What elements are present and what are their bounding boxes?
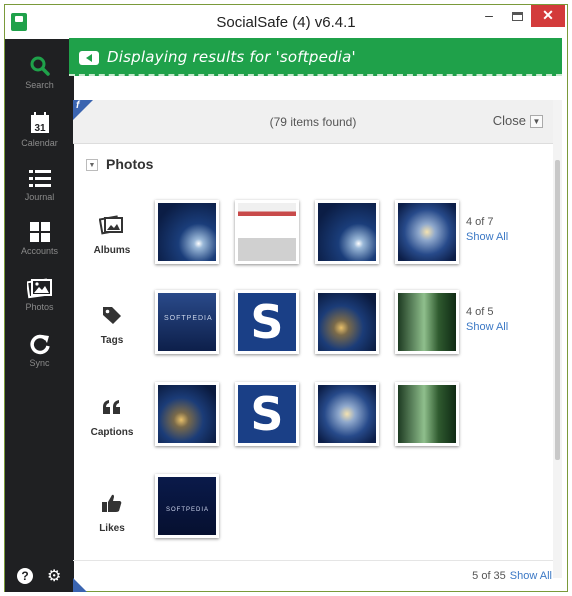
help-icon[interactable]: ? <box>17 568 33 584</box>
sidebar-item-sync[interactable]: Sync <box>5 333 74 368</box>
sidebar-item-label: Search <box>25 80 54 90</box>
photos-row-likes: Likes <box>73 474 553 554</box>
show-all-link[interactable]: Show All <box>466 230 508 245</box>
list-icon <box>28 170 51 187</box>
maximize-icon <box>511 12 523 21</box>
collapse-toggle-icon[interactable]: ▼ <box>86 159 98 172</box>
section-title: Photos <box>106 156 154 172</box>
close-window-button[interactable]: ✕ <box>531 5 565 27</box>
caption-thumbnail[interactable] <box>155 382 219 446</box>
gear-icon[interactable]: ⚙ <box>47 566 61 586</box>
thumbs-up-icon <box>102 494 122 512</box>
album-thumbnail[interactable] <box>315 200 379 264</box>
tag-thumbnail[interactable] <box>395 290 459 354</box>
album-thumbnail[interactable] <box>155 200 219 264</box>
facebook-corner-icon <box>73 578 87 592</box>
show-all-link[interactable]: Show All <box>510 570 552 582</box>
sidebar-item-label: Photos <box>25 302 54 312</box>
sidebar-item-photos[interactable]: Photos <box>5 277 74 312</box>
grid-icon <box>29 222 50 242</box>
row-count: 4 of 7 Show All <box>466 215 508 245</box>
row-label: Albums <box>93 245 131 256</box>
row-count: 4 of 5 Show All <box>466 305 508 335</box>
chevron-down-icon: ▼ <box>530 115 543 129</box>
tag-thumbnail[interactable] <box>315 290 379 354</box>
photo-image <box>238 203 296 261</box>
search-results-banner: Displaying results for 'softpedia' <box>69 38 562 76</box>
row-label: Captions <box>90 427 134 438</box>
photo-image <box>158 203 216 261</box>
title-bar: SocialSafe (4) v6.4.1 – ✕ <box>5 5 567 39</box>
maximize-button[interactable] <box>503 5 531 27</box>
sidebar: Search 31 Calendar Journal Accounts Phot… <box>5 39 74 592</box>
count-text: 5 of 35 <box>472 570 506 582</box>
photo-image <box>318 293 376 351</box>
row-category: Tags <box>73 304 151 348</box>
results-header: f (79 items found) Close ▼ <box>73 100 553 144</box>
count-text: 4 of 5 <box>466 306 494 318</box>
photo-image <box>318 385 376 443</box>
photos-icon <box>26 278 52 299</box>
facebook-f-icon: f <box>76 100 80 111</box>
photos-row-albums: Albums 4 of 7 Show All <box>73 200 553 280</box>
footer-count: 5 of 35 Show All <box>472 570 552 582</box>
caption-thumbnail[interactable] <box>315 382 379 446</box>
caption-thumbnail[interactable]: S <box>235 382 299 446</box>
calendar-day: 31 <box>34 123 46 134</box>
albums-icon <box>99 215 123 235</box>
row-category: Captions <box>73 396 151 440</box>
close-label: Close <box>492 113 526 128</box>
scrollbar-thumb[interactable] <box>555 160 560 460</box>
like-thumbnail[interactable] <box>155 474 219 538</box>
photos-row-captions: Captions S <box>73 382 553 462</box>
search-icon <box>30 56 50 76</box>
caption-thumbnail[interactable] <box>395 382 459 446</box>
sidebar-item-label: Accounts <box>20 246 59 256</box>
album-thumbnail[interactable] <box>235 200 299 264</box>
photo-image <box>158 293 216 351</box>
photo-image <box>398 203 456 261</box>
tag-thumbnail[interactable]: S <box>235 290 299 354</box>
quote-icon <box>103 400 120 414</box>
results-scrollbar[interactable] <box>553 100 562 578</box>
sync-icon <box>29 334 50 355</box>
section-divider <box>73 560 553 561</box>
sidebar-footer: ? ⚙ <box>5 566 74 588</box>
row-label: Tags <box>100 335 124 346</box>
row-category: Likes <box>73 492 151 536</box>
back-arrow-icon[interactable] <box>79 51 99 65</box>
row-label: Likes <box>99 523 125 534</box>
sidebar-item-accounts[interactable]: Accounts <box>5 221 74 256</box>
close-results-button[interactable]: Close ▼ <box>492 113 543 129</box>
album-thumbnail[interactable] <box>395 200 459 264</box>
photo-image <box>318 203 376 261</box>
sidebar-item-label: Journal <box>24 192 55 202</box>
sidebar-item-calendar[interactable]: 31 Calendar <box>5 111 74 148</box>
sidebar-item-search[interactable]: Search <box>5 55 74 90</box>
banner-text: Displaying results for 'softpedia' <box>107 48 356 66</box>
photo-image <box>158 477 216 535</box>
row-category: Albums <box>73 214 151 258</box>
photo-image <box>398 385 456 443</box>
photos-section-header[interactable]: ▼ Photos <box>86 156 153 172</box>
sidebar-item-label: Sync <box>29 358 50 368</box>
show-all-link[interactable]: Show All <box>466 320 508 335</box>
photos-row-tags: Tags S 4 of 5 Show All <box>73 290 553 370</box>
sidebar-item-journal[interactable]: Journal <box>5 167 74 202</box>
photo-image: S <box>238 385 296 443</box>
items-found-count: (79 items found) <box>269 115 357 129</box>
photo-image <box>398 293 456 351</box>
tag-icon <box>103 307 121 324</box>
photo-image: S <box>238 293 296 351</box>
count-text: 4 of 7 <box>466 216 494 228</box>
tag-thumbnail[interactable] <box>155 290 219 354</box>
calendar-icon: 31 <box>30 112 49 134</box>
minimize-button[interactable]: – <box>475 5 503 27</box>
photo-image <box>158 385 216 443</box>
sidebar-item-label: Calendar <box>21 138 58 148</box>
